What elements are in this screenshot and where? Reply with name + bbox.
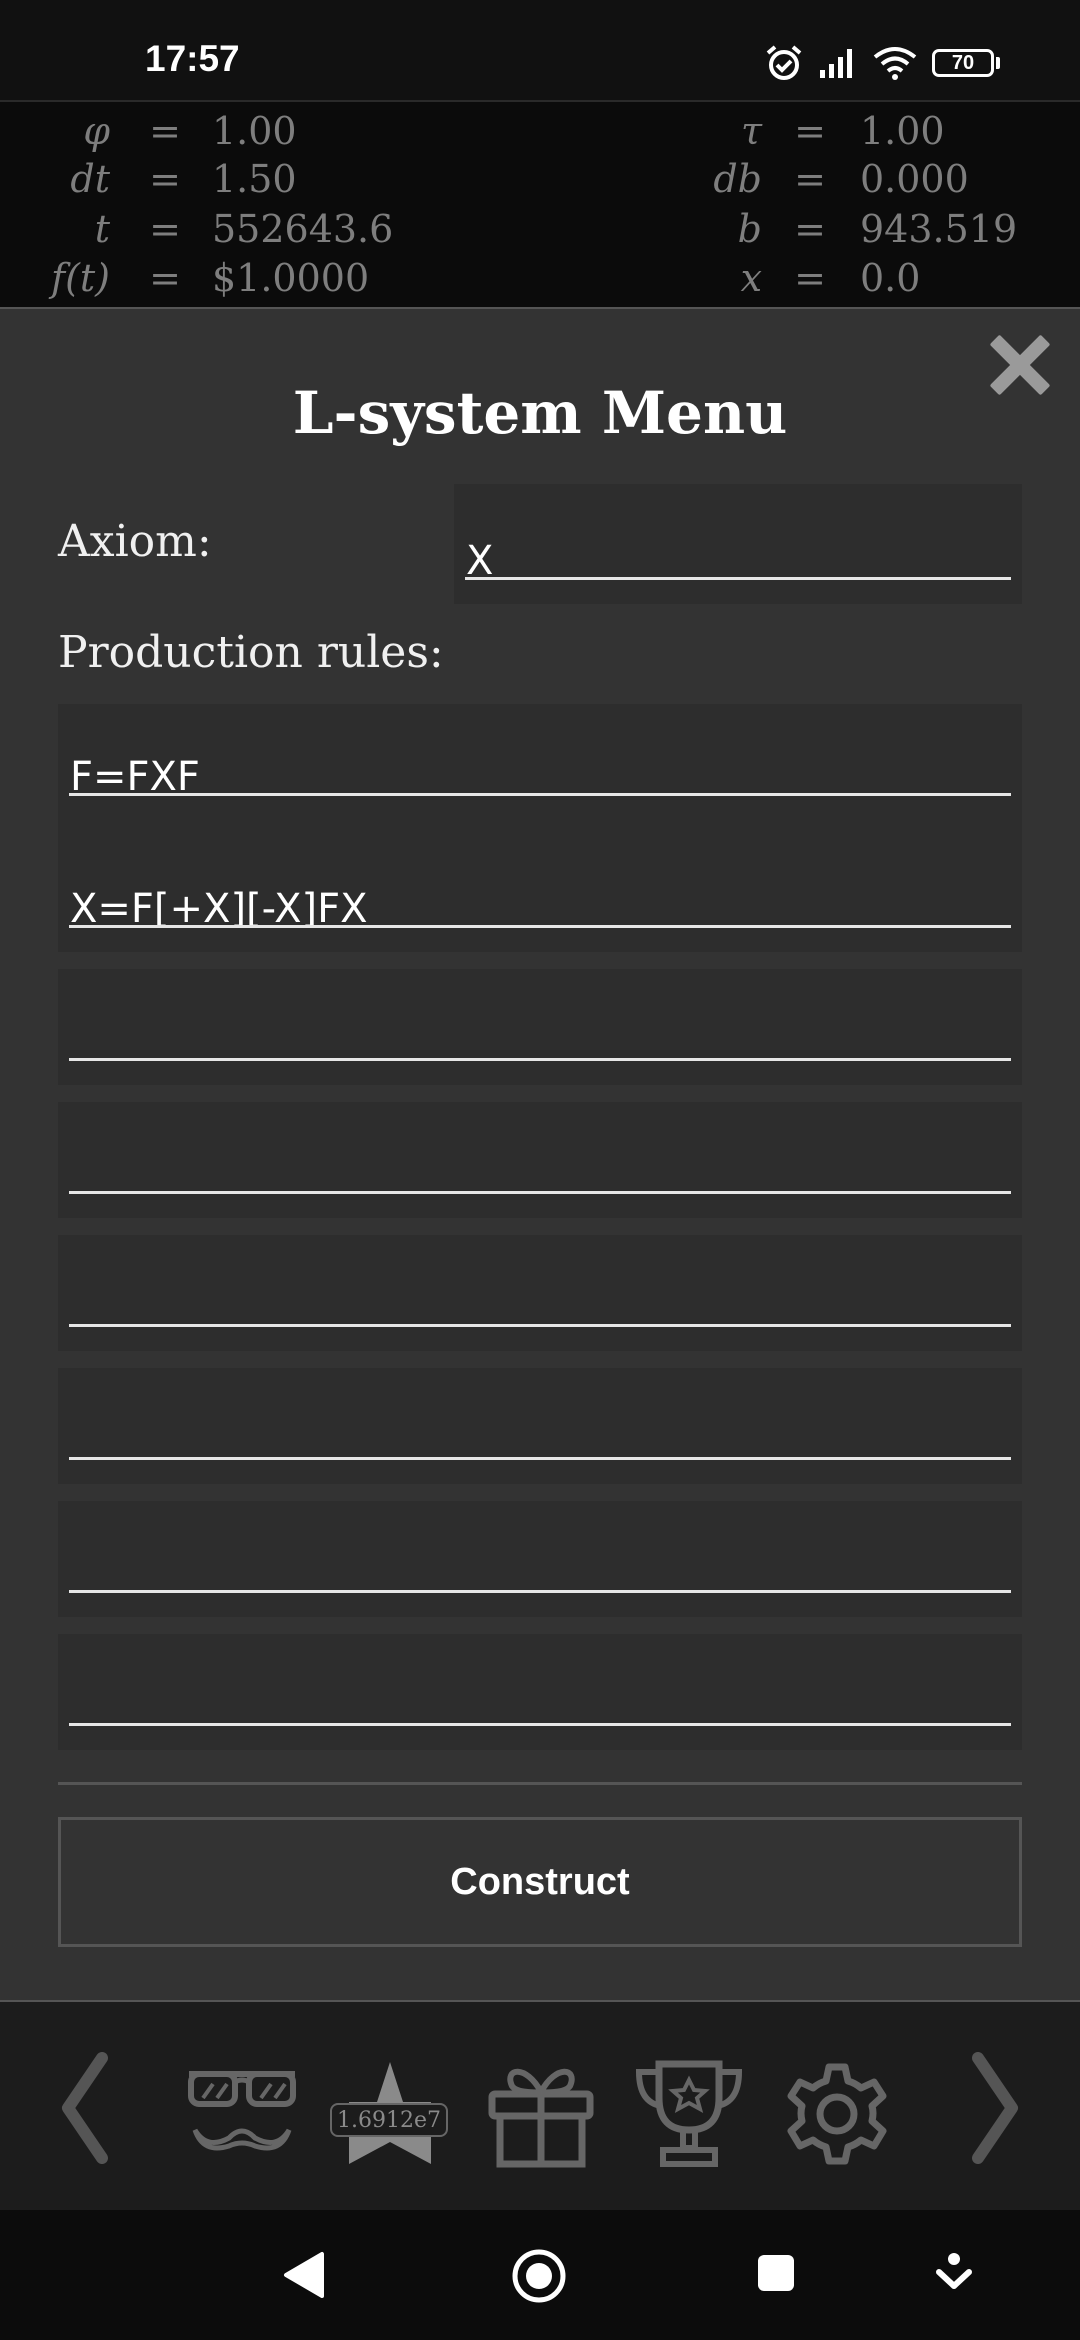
alarm-icon	[766, 45, 802, 80]
axiom-label: Axiom:	[58, 516, 212, 567]
param-ft: f(t) = $1.0000	[51, 256, 370, 300]
param-b: b = 943.519	[737, 207, 1018, 251]
axiom-input[interactable]: X	[454, 484, 1022, 604]
battery-level: 70	[951, 51, 975, 74]
gear-icon[interactable]	[781, 2058, 893, 2170]
rule-input-8[interactable]	[58, 1634, 1022, 1750]
chevron-right-icon[interactable]	[970, 2052, 1022, 2164]
star-count-badge: 1.6912e7	[330, 2103, 448, 2137]
rule-input-7[interactable]	[58, 1501, 1022, 1617]
trophy-icon[interactable]	[633, 2058, 745, 2170]
construct-button[interactable]: Construct	[58, 1817, 1022, 1947]
menu-divider	[58, 1782, 1022, 1785]
chevron-left-icon[interactable]	[58, 2052, 110, 2164]
param-x: x = 0.0	[740, 256, 921, 300]
param-dt: dt = 1.50	[70, 157, 297, 201]
gift-icon[interactable]	[486, 2060, 596, 2168]
rule-input-6[interactable]	[58, 1368, 1022, 1484]
status-bar: 17:57 70	[0, 0, 1080, 100]
status-icons: 70	[764, 38, 1000, 88]
param-db: db = 0.000	[713, 157, 969, 201]
back-icon[interactable]	[280, 2250, 324, 2300]
status-time: 17:57	[145, 38, 240, 79]
rule-input-4[interactable]	[58, 1102, 1022, 1218]
param-phi: φ = 1.00	[83, 109, 297, 153]
param-tau: τ = 1.00	[740, 109, 945, 153]
rule-input-3[interactable]	[58, 969, 1022, 1085]
rule-input-1[interactable]: F=FXF	[58, 704, 1022, 820]
wifi-icon	[873, 47, 917, 80]
recents-icon[interactable]	[756, 2253, 796, 2293]
bottom-toolbar	[0, 2002, 1080, 2210]
parameter-panel: φ = 1.00 dt = 1.50 t = 552643.6 f(t) = $…	[0, 100, 1080, 307]
battery-icon: 70	[932, 49, 1000, 77]
production-rules-label: Production rules:	[58, 627, 444, 678]
menu-title: L-system Menu	[292, 379, 788, 447]
system-nav-bar	[0, 2210, 1080, 2340]
param-t: t = 552643.6	[94, 207, 394, 251]
disguise-icon[interactable]	[185, 2064, 299, 2154]
assistant-icon[interactable]	[936, 2252, 972, 2292]
signal-icon	[820, 49, 852, 78]
home-icon[interactable]	[511, 2248, 567, 2304]
lsystem-menu: L-system Menu Axiom: X Production rules:…	[0, 307, 1080, 2002]
rule-input-2[interactable]: X=F[+X][-X]FX	[58, 820, 1022, 952]
rule-input-5[interactable]	[58, 1235, 1022, 1351]
